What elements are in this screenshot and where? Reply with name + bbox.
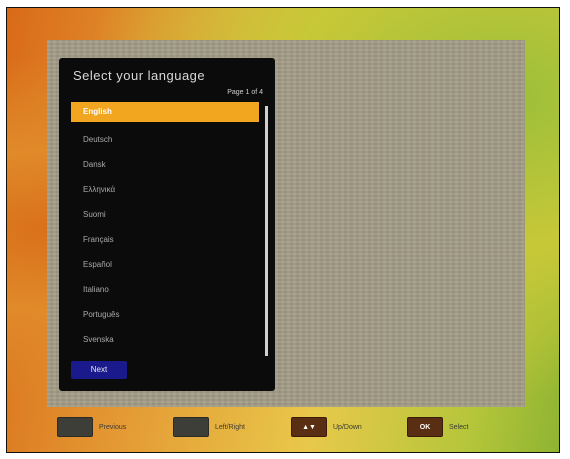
legend-previous: Previous: [57, 416, 126, 438]
tv-frame: Select your language Page 1 of 4 English…: [6, 7, 560, 453]
dialog-title: Select your language: [73, 68, 206, 83]
language-item-greek[interactable]: Ελληνικά: [71, 177, 259, 202]
language-item-english[interactable]: English: [71, 102, 259, 122]
language-item-francais[interactable]: Français: [71, 227, 259, 252]
language-selection-box: Select your language Page 1 of 4 English…: [59, 58, 275, 391]
next-button[interactable]: Next: [71, 361, 127, 379]
language-list: English Deutsch Dansk Ελληνικά Suomi Fra…: [71, 102, 259, 352]
language-item-espanol[interactable]: Español: [71, 252, 259, 277]
language-item-dansk[interactable]: Dansk: [71, 152, 259, 177]
language-item-italiano[interactable]: Italiano: [71, 277, 259, 302]
key-legend: Previous Left/Right ▲▼ Up/Down OK Select: [47, 410, 525, 440]
language-item-portugues[interactable]: Português: [71, 302, 259, 327]
grey-key-icon: [173, 417, 209, 437]
grey-key-icon: [57, 417, 93, 437]
language-item-svenska[interactable]: Svenska: [71, 327, 259, 352]
list-scrollbar[interactable]: [265, 106, 268, 356]
legend-updown-label: Up/Down: [333, 423, 362, 431]
page-indicator: Page 1 of 4: [227, 89, 263, 96]
up-down-arrows-icon: ▲▼: [291, 417, 327, 437]
legend-select: OK Select: [407, 416, 468, 438]
language-item-deutsch[interactable]: Deutsch: [71, 127, 259, 152]
legend-previous-label: Previous: [99, 423, 127, 431]
legend-leftright-label: Left/Right: [215, 423, 245, 431]
language-item-suomi[interactable]: Suomi: [71, 202, 259, 227]
legend-updown: ▲▼ Up/Down: [291, 416, 362, 438]
legend-select-label: Select: [449, 423, 469, 431]
legend-leftright: Left/Right: [173, 416, 245, 438]
setup-panel: Select your language Page 1 of 4 English…: [47, 40, 525, 407]
ok-key-icon: OK: [407, 417, 443, 437]
